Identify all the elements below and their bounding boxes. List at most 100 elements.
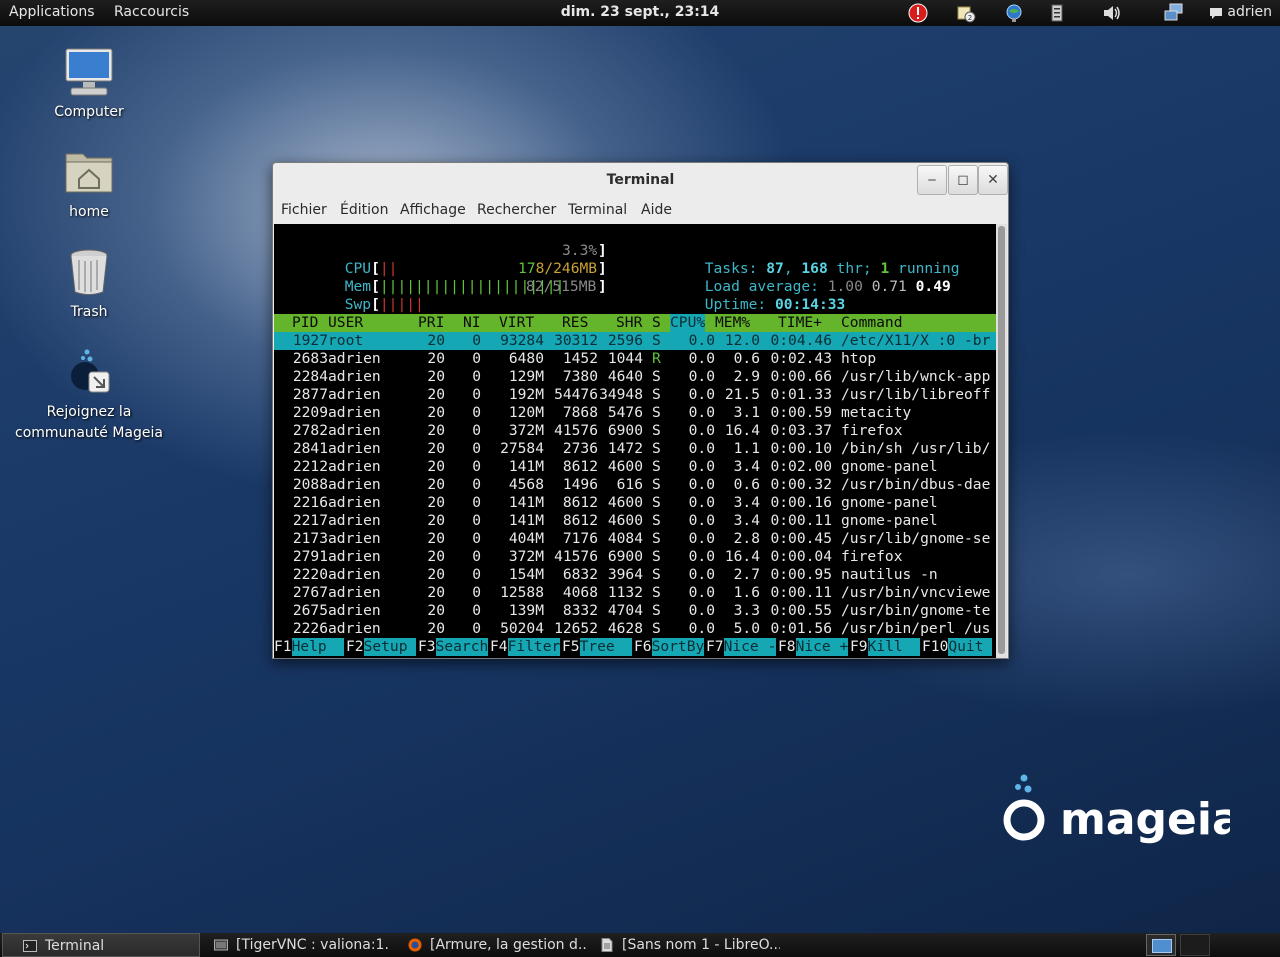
- process-row[interactable]: 2216 adrien 20 0 141M 8612 4600 S 0.0 3.4 0:00.16 g…: [274, 494, 996, 512]
- process-row[interactable]: 2226 adrien 20 0 50204 12652 4628 S 0.0 5.0 0:01.5…: [274, 620, 996, 638]
- volume-icon[interactable]: [1102, 3, 1122, 23]
- cell-ni: 0: [472, 494, 481, 511]
- load-5min: 0.71: [871, 278, 907, 295]
- cell-state: S: [652, 368, 661, 385]
- cell-virt: 192M: [508, 386, 544, 403]
- desktop-icon-label: home: [69, 204, 109, 220]
- fkey-f7[interactable]: F7Nice -: [706, 638, 777, 656]
- close-button[interactable]: ✕: [978, 165, 1008, 195]
- process-row[interactable]: 2767 adrien 20 0 12588 4068 1132 S 0.0 1.6 0:00.11…: [274, 584, 996, 602]
- process-row[interactable]: 2841 adrien 20 0 27584 2736 1472 S 0.0 1.1 0:00.10…: [274, 440, 996, 458]
- col-state[interactable]: S: [652, 314, 661, 332]
- cell-virt: 50204: [500, 620, 544, 637]
- desktop-icon-home[interactable]: home: [14, 146, 164, 223]
- workspace-1[interactable]: [1146, 934, 1176, 956]
- desktop-icon-mageia-community[interactable]: Rejoignez la communauté Mageia: [14, 346, 164, 444]
- fkey-f8[interactable]: F8Nice +: [778, 638, 849, 656]
- col-cpu[interactable]: CPU%: [670, 314, 706, 332]
- fkey-f6[interactable]: F6SortBy: [634, 638, 705, 656]
- process-row[interactable]: 2173 adrien 20 0 404M 7176 4084 S 0.0 2.8 0:00.45/…: [274, 530, 996, 548]
- desktop-icon-trash[interactable]: Trash: [14, 246, 164, 323]
- cell-pid: 2212: [292, 458, 328, 475]
- process-row[interactable]: 2791 adrien 20 0 372M 41576 6900 S 0.0 16.4 0:00.0…: [274, 548, 996, 566]
- clock[interactable]: dim. 23 sept., 23:14: [0, 4, 1280, 20]
- process-row[interactable]: 2212 adrien 20 0 141M 8612 4600 S 0.0 3.4 0:02.00 g…: [274, 458, 996, 476]
- col-virt[interactable]: VIRT: [499, 314, 534, 332]
- clipboard-icon[interactable]: [1048, 3, 1068, 23]
- fkey-number: F7: [706, 638, 724, 655]
- fkey-f1[interactable]: F1Help: [274, 638, 345, 656]
- menu-rechercher[interactable]: Rechercher: [477, 202, 556, 218]
- scrollbar-thumb[interactable]: [998, 226, 1005, 654]
- fkey-f2[interactable]: F2Setup: [346, 638, 417, 656]
- cell-ni: 0: [472, 386, 481, 403]
- minimize-button[interactable]: ‒: [917, 165, 947, 195]
- process-row[interactable]: 2683 adrien 20 0 6480 1452 1044 R 0.0 0.6 0:02.43 h…: [274, 350, 996, 368]
- col-mem[interactable]: MEM%: [715, 314, 750, 332]
- process-row[interactable]: 2088 adrien 20 0 4568 1496 616 S 0.0 0.6 0:00.32/u…: [274, 476, 996, 494]
- menu-edition[interactable]: Édition: [340, 202, 388, 218]
- svg-text:2: 2: [968, 14, 972, 22]
- fkey-f4[interactable]: F4Filter: [490, 638, 561, 656]
- mageia-logo: mageia: [1003, 774, 1230, 845]
- desktop-icon-computer[interactable]: Computer: [14, 46, 164, 123]
- cell-cpu: 0.0: [688, 440, 715, 457]
- process-row[interactable]: 2209 adrien 20 0 120M 7868 5476 S 0.0 3.1 0:00.59 m…: [274, 404, 996, 422]
- process-row[interactable]: 2675 adrien 20 0 139M 8332 4704 S 0.0 3.3 0:00.55/…: [274, 602, 996, 620]
- col-shr[interactable]: SHR: [616, 314, 642, 332]
- menu-terminal[interactable]: Terminal: [568, 202, 627, 218]
- network-globe-icon[interactable]: [1004, 3, 1024, 23]
- fkey-number: F6: [634, 638, 652, 655]
- process-table-header[interactable]: PID USER PRI NI VIRT RES SHR S CPU% MEM%…: [274, 314, 996, 332]
- cell-pri: 20: [427, 458, 445, 475]
- shortcuts-menu[interactable]: Raccourcis: [114, 4, 189, 20]
- process-row[interactable]: 1927 root 20 0 93284 30312 2596 S 0.0 12.0 0:04.46…: [274, 332, 996, 350]
- menu-fichier[interactable]: Fichier: [281, 202, 327, 218]
- fkey-f3[interactable]: F3Search: [418, 638, 489, 656]
- cell-shr: 4600: [607, 458, 643, 475]
- cell-mem: 3.1: [733, 404, 760, 421]
- cell-user: adrien: [328, 404, 381, 421]
- cell-command: gnome-panel: [841, 512, 938, 529]
- user-menu[interactable]: adrien: [1227, 4, 1272, 20]
- col-res[interactable]: RES: [562, 314, 588, 332]
- updates-icon[interactable]: 2: [956, 3, 976, 23]
- process-row[interactable]: 2217 adrien 20 0 141M 8612 4600 S 0.0 3.4 0:00.11 g…: [274, 512, 996, 530]
- menu-affichage[interactable]: Affichage: [400, 202, 466, 218]
- network-icon[interactable]: [1164, 3, 1184, 23]
- col-user[interactable]: USER: [328, 314, 363, 332]
- document-icon: [601, 938, 613, 952]
- workspace-2[interactable]: [1180, 934, 1210, 956]
- process-row[interactable]: 2782 adrien 20 0 372M 41576 6900 S 0.0 16.4 0:03.3…: [274, 422, 996, 440]
- cell-state: S: [652, 458, 661, 475]
- terminal-scrollbar[interactable]: [996, 224, 1007, 658]
- fkey-f5[interactable]: F5Tree: [562, 638, 633, 656]
- col-time[interactable]: TIME+: [778, 314, 822, 332]
- alert-icon[interactable]: [908, 3, 928, 23]
- cell-shr: 1472: [607, 440, 643, 457]
- menu-aide[interactable]: Aide: [641, 202, 672, 218]
- col-pri[interactable]: PRI: [418, 314, 444, 332]
- col-pid[interactable]: PID: [292, 314, 318, 332]
- htop-screen[interactable]: CPU[|| 3.3% ] Mem[||||||||||||||||||||| …: [274, 224, 996, 658]
- fkey-f9[interactable]: F9Kill: [850, 638, 921, 656]
- fkey-label: Kill: [867, 638, 921, 656]
- function-key-bar: F1Help F2Setup F3Search F4Filter F5Tree F6…: [274, 638, 996, 656]
- taskbar-item-firefox[interactable]: [Armure, la gestion d...: [388, 933, 588, 957]
- chat-icon[interactable]: [1208, 3, 1224, 23]
- taskbar-item-tigervnc[interactable]: [TigerVNC : valiona:1...: [194, 933, 389, 957]
- window-title[interactable]: Terminal: [273, 163, 1008, 197]
- fkey-f10[interactable]: F10Quit: [922, 638, 993, 656]
- col-ni[interactable]: NI: [463, 314, 481, 332]
- applications-menu[interactable]: Applications: [9, 4, 95, 20]
- cpu-value: 3.3%: [562, 242, 598, 259]
- taskbar-item-terminal[interactable]: Terminal: [2, 933, 200, 957]
- col-command[interactable]: Command: [841, 314, 903, 332]
- taskbar-item-libreoffice[interactable]: [Sans nom 1 - LibreO...: [580, 933, 780, 957]
- maximize-button[interactable]: ◻: [948, 165, 978, 195]
- process-row[interactable]: 2877 adrien 20 0 192M 54476 34948 S 0.0 21.5 0:01.…: [274, 386, 996, 404]
- process-row[interactable]: 2284 adrien 20 0 129M 7380 4640 S 0.0 2.9 0:00.66/…: [274, 368, 996, 386]
- terminal-window: Terminal ‒ ◻ ✕ Fichier Édition Affichage…: [272, 162, 1009, 659]
- cell-virt: 372M: [508, 422, 544, 439]
- process-row[interactable]: 2220 adrien 20 0 154M 6832 3964 S 0.0 2.7 0:00.95 n…: [274, 566, 996, 584]
